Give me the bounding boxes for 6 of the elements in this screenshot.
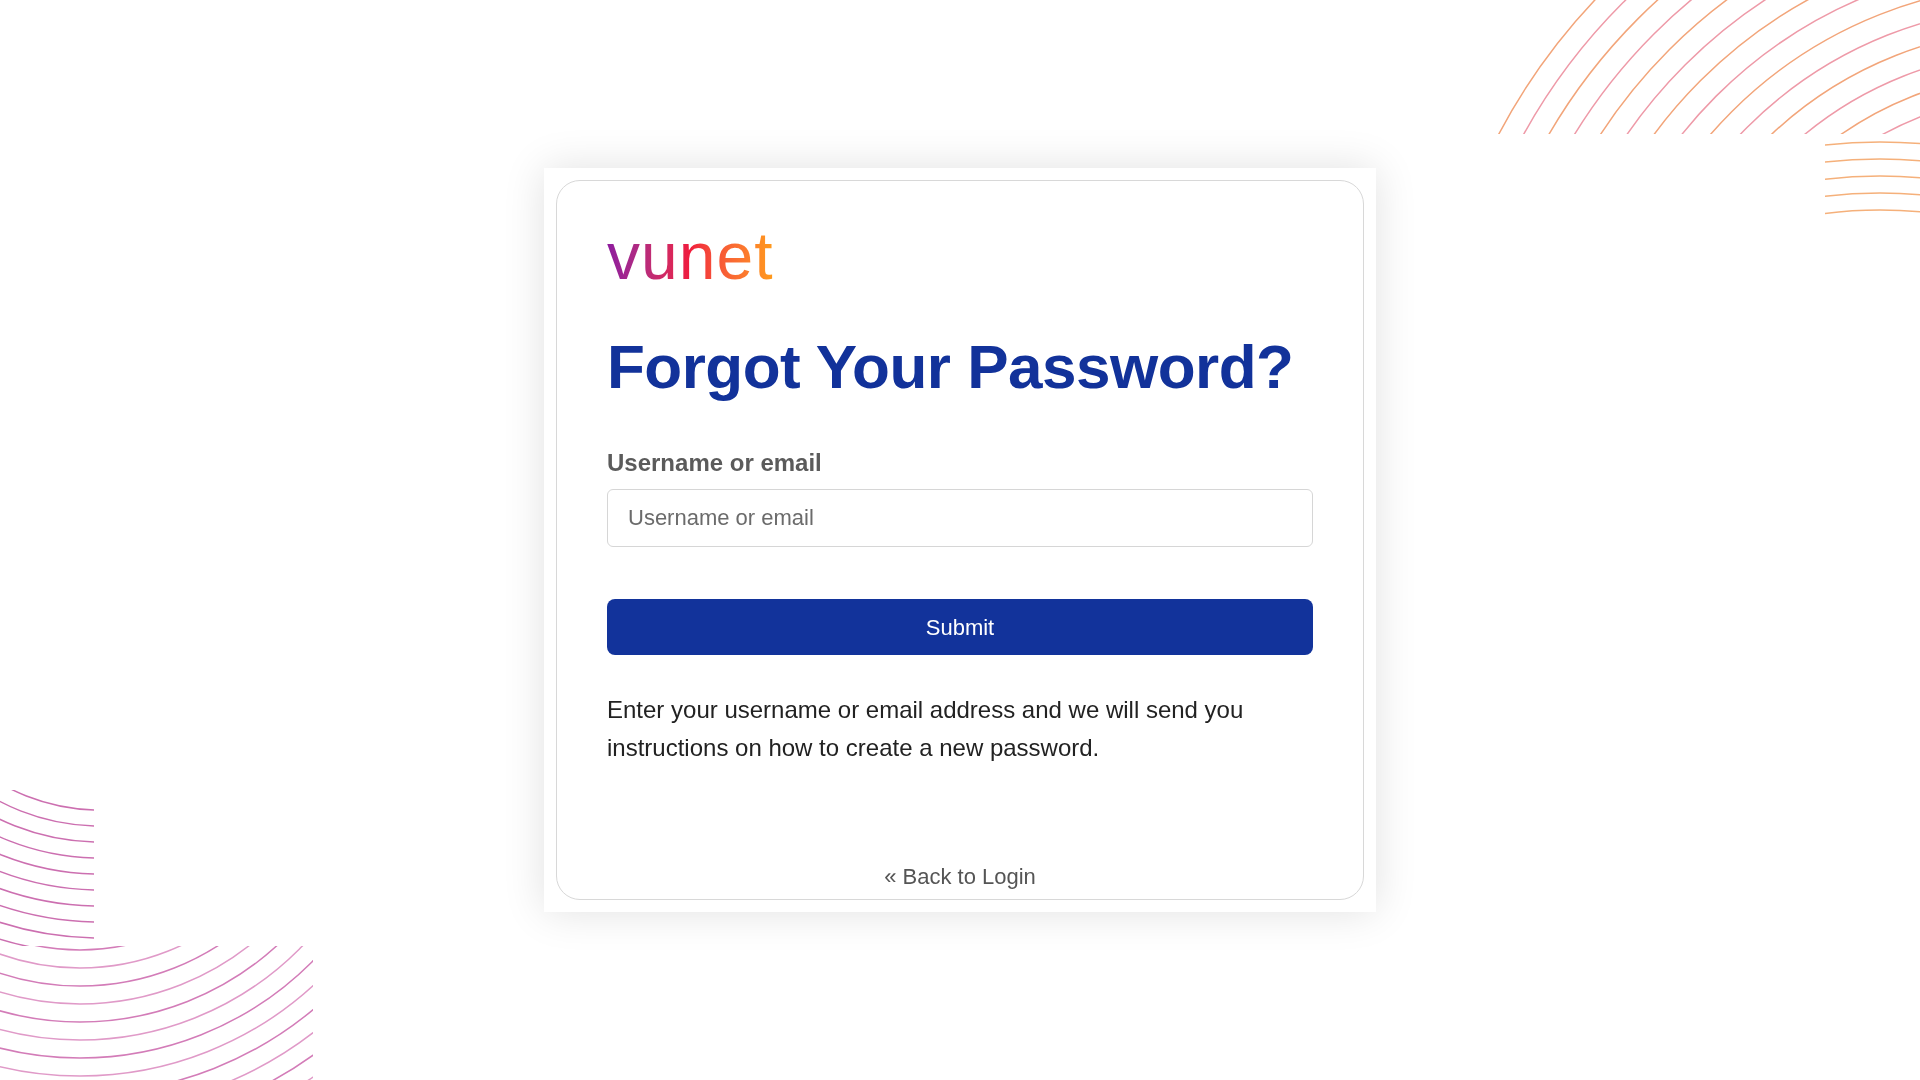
field-label: Username or email (607, 448, 823, 479)
page-title: Forgot Your Password? (607, 333, 1295, 402)
back-to-login-link[interactable]: « Back to Login (884, 860, 1036, 893)
instructions-text: Enter your username or email address and we will send you instructions on how to create a new password. (607, 695, 1245, 764)
submit-button[interactable]: Submit (607, 599, 1313, 656)
username-input[interactable]: Username or email (607, 489, 1313, 548)
